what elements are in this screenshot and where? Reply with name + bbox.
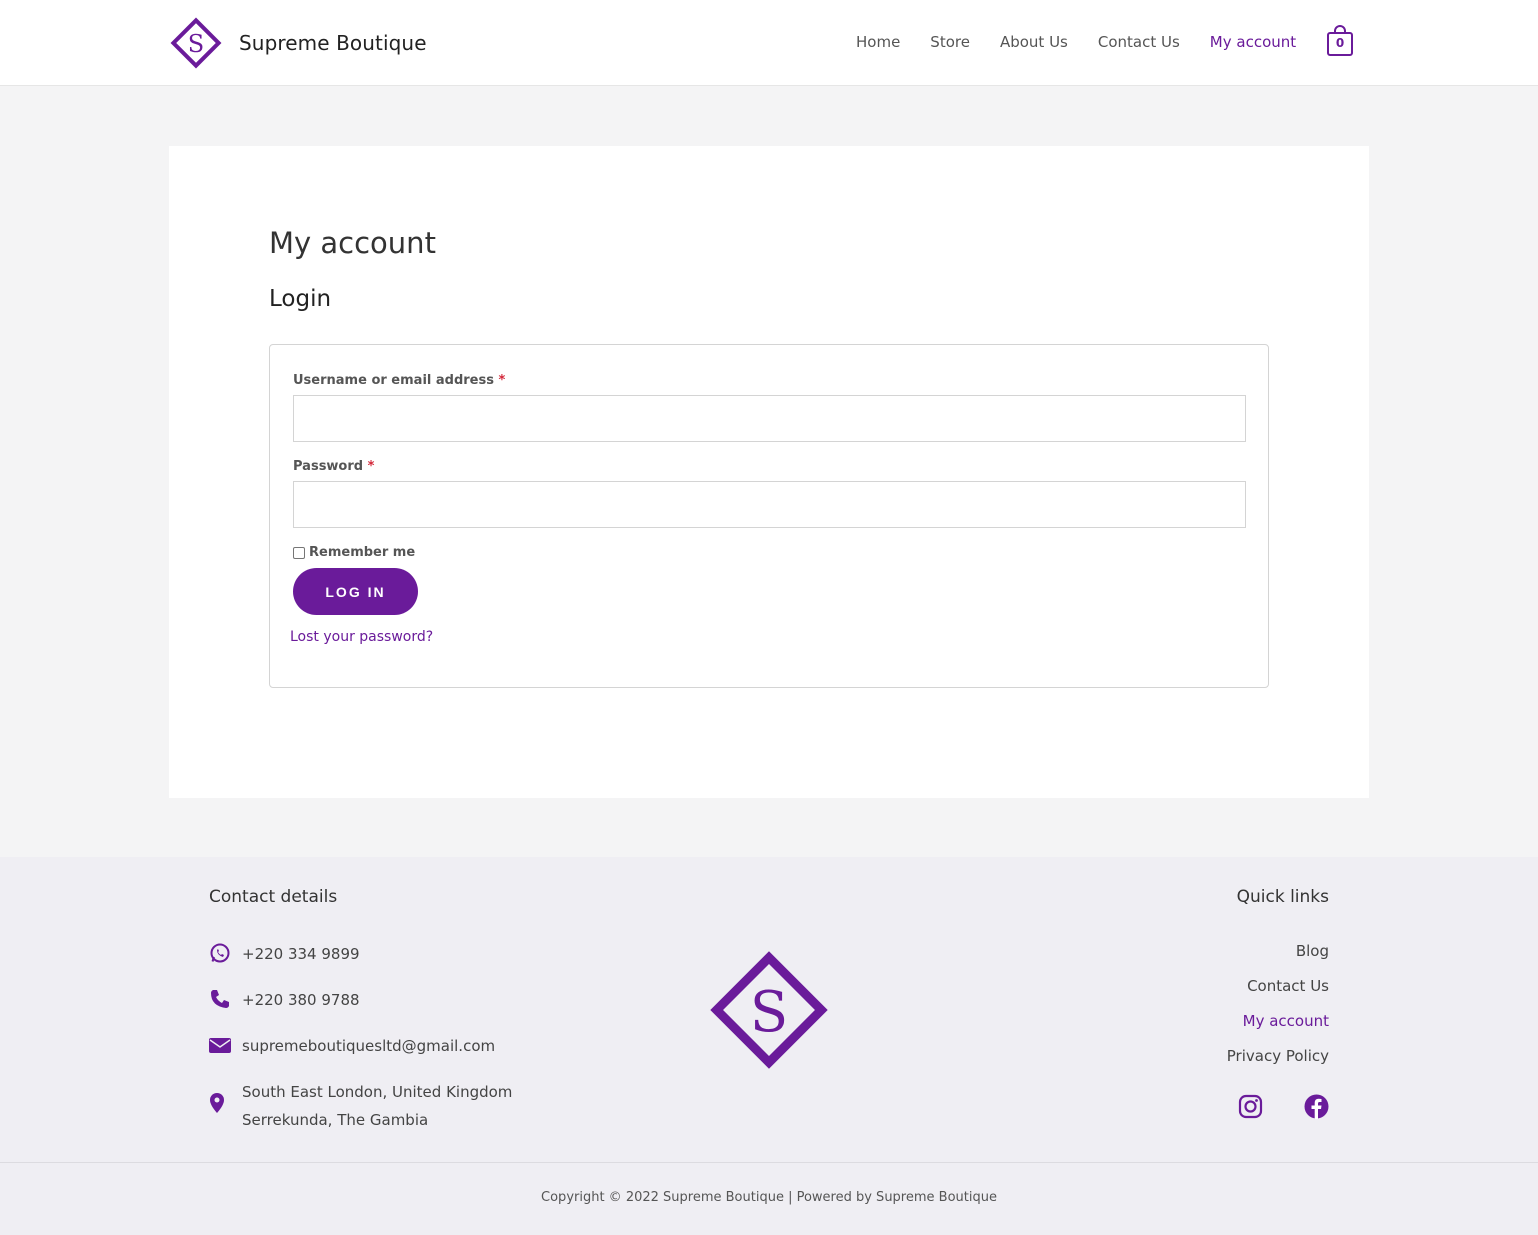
username-label: Username or email address *	[293, 373, 505, 388]
password-label: Password *	[293, 459, 374, 474]
contact-email: supremeboutiquesltd@gmail.com	[209, 1032, 495, 1060]
whatsapp-number[interactable]: +220 334 9899	[242, 940, 360, 968]
password-label-text: Password	[293, 459, 364, 474]
login-heading: Login	[269, 286, 332, 312]
remember-me[interactable]: Remember me	[293, 545, 415, 560]
quick-link-privacy-policy[interactable]: Privacy Policy	[1227, 1047, 1329, 1065]
quick-link-blog[interactable]: Blog	[1296, 942, 1329, 960]
address-line-2: Serrekunda, The Gambia	[242, 1111, 429, 1129]
nav-store[interactable]: Store	[930, 33, 970, 51]
footer-bottom-bar: Copyright © 2022 Supreme Boutique | Powe…	[0, 1162, 1538, 1235]
nav-about-us[interactable]: About Us	[1000, 33, 1068, 51]
remember-me-checkbox[interactable]	[293, 546, 305, 559]
instagram-icon[interactable]	[1238, 1094, 1263, 1119]
lost-password-link[interactable]: Lost your password?	[290, 629, 433, 645]
nav-contact-us[interactable]: Contact Us	[1098, 33, 1180, 51]
cart-count: 0	[1335, 36, 1345, 50]
password-input[interactable]	[293, 481, 1246, 528]
phone-number[interactable]: +220 380 9788	[242, 986, 360, 1014]
contact-address: South East London, United Kingdom Serrek…	[209, 1078, 512, 1134]
cart-button[interactable]: 0	[1326, 24, 1354, 58]
map-pin-icon	[210, 1093, 224, 1113]
login-form: Username or email address * Password * R…	[269, 344, 1269, 688]
brand-name[interactable]: Supreme Boutique	[239, 31, 427, 55]
contact-details-title: Contact details	[209, 887, 338, 907]
site-footer: Contact details +220 334 9899 +220 380 9…	[0, 857, 1538, 1235]
svg-text:S: S	[188, 30, 204, 58]
svg-text:S: S	[750, 980, 788, 1045]
contact-phone: +220 380 9788	[209, 986, 360, 1014]
footer-logo-icon: S	[710, 951, 828, 1069]
whatsapp-icon	[210, 943, 230, 963]
email-address[interactable]: supremeboutiquesltd@gmail.com	[242, 1032, 495, 1060]
login-button[interactable]: LOG IN	[293, 568, 418, 615]
quick-links-title: Quick links	[1236, 887, 1329, 907]
username-label-text: Username or email address	[293, 373, 494, 388]
quick-link-my-account[interactable]: My account	[1243, 1012, 1329, 1030]
address: South East London, United Kingdom Serrek…	[242, 1078, 512, 1134]
copyright-text: Copyright © 2022 Supreme Boutique | Powe…	[541, 1190, 997, 1205]
username-input[interactable]	[293, 395, 1246, 442]
site-header: S Supreme Boutique Home Store About Us C…	[0, 0, 1538, 86]
required-mark: *	[498, 373, 506, 388]
address-line-1: South East London, United Kingdom	[242, 1083, 513, 1101]
phone-icon	[211, 990, 229, 1008]
remember-me-label[interactable]: Remember me	[309, 545, 415, 560]
nav-home[interactable]: Home	[856, 33, 900, 51]
page-title: My account	[269, 226, 436, 260]
main-nav: Home Store About Us Contact Us My accoun…	[856, 33, 1326, 51]
quick-link-contact-us[interactable]: Contact Us	[1247, 977, 1329, 995]
contact-whatsapp: +220 334 9899	[209, 940, 360, 968]
content-card: My account Login Username or email addre…	[169, 146, 1369, 798]
facebook-icon[interactable]	[1304, 1094, 1329, 1119]
required-mark: *	[367, 459, 375, 474]
brand[interactable]: S Supreme Boutique	[169, 16, 427, 70]
brand-logo-icon[interactable]: S	[169, 16, 223, 70]
envelope-icon	[209, 1038, 231, 1053]
nav-my-account[interactable]: My account	[1210, 33, 1296, 51]
